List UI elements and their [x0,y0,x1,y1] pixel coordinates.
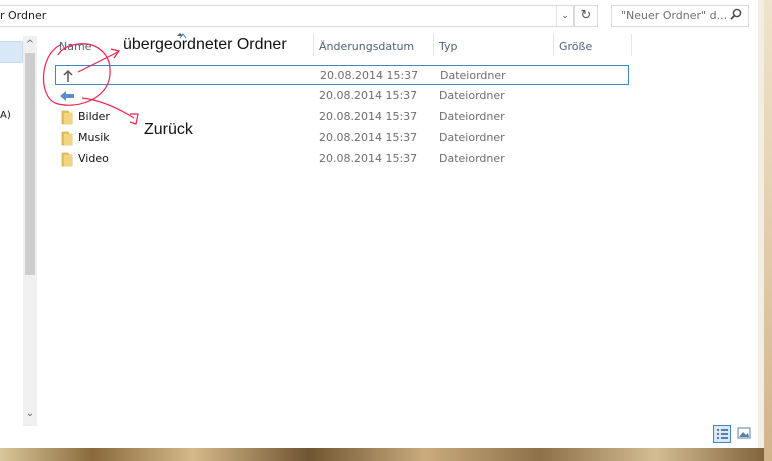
preview-view-button[interactable] [736,425,754,443]
explorer-window: r Ordner ⌄ ↻ "Neuer Ordner" d... A) ^ ⌄ … [0,0,758,448]
details-view-button[interactable] [713,425,731,443]
annotation-arrowhead [129,113,139,125]
details-view-icon [717,429,728,439]
desktop-wallpaper-strip [0,448,772,461]
annotation-overlay [43,33,187,125]
annotation-label-back: Zurück [144,121,193,138]
desktop-wallpaper-edge [764,0,772,461]
annotation-label-parent: übergeordneter Ordner [123,36,287,53]
preview-view-icon [737,427,751,439]
annotation-arrow-parent [77,51,119,73]
annotation-circle [43,43,111,106]
